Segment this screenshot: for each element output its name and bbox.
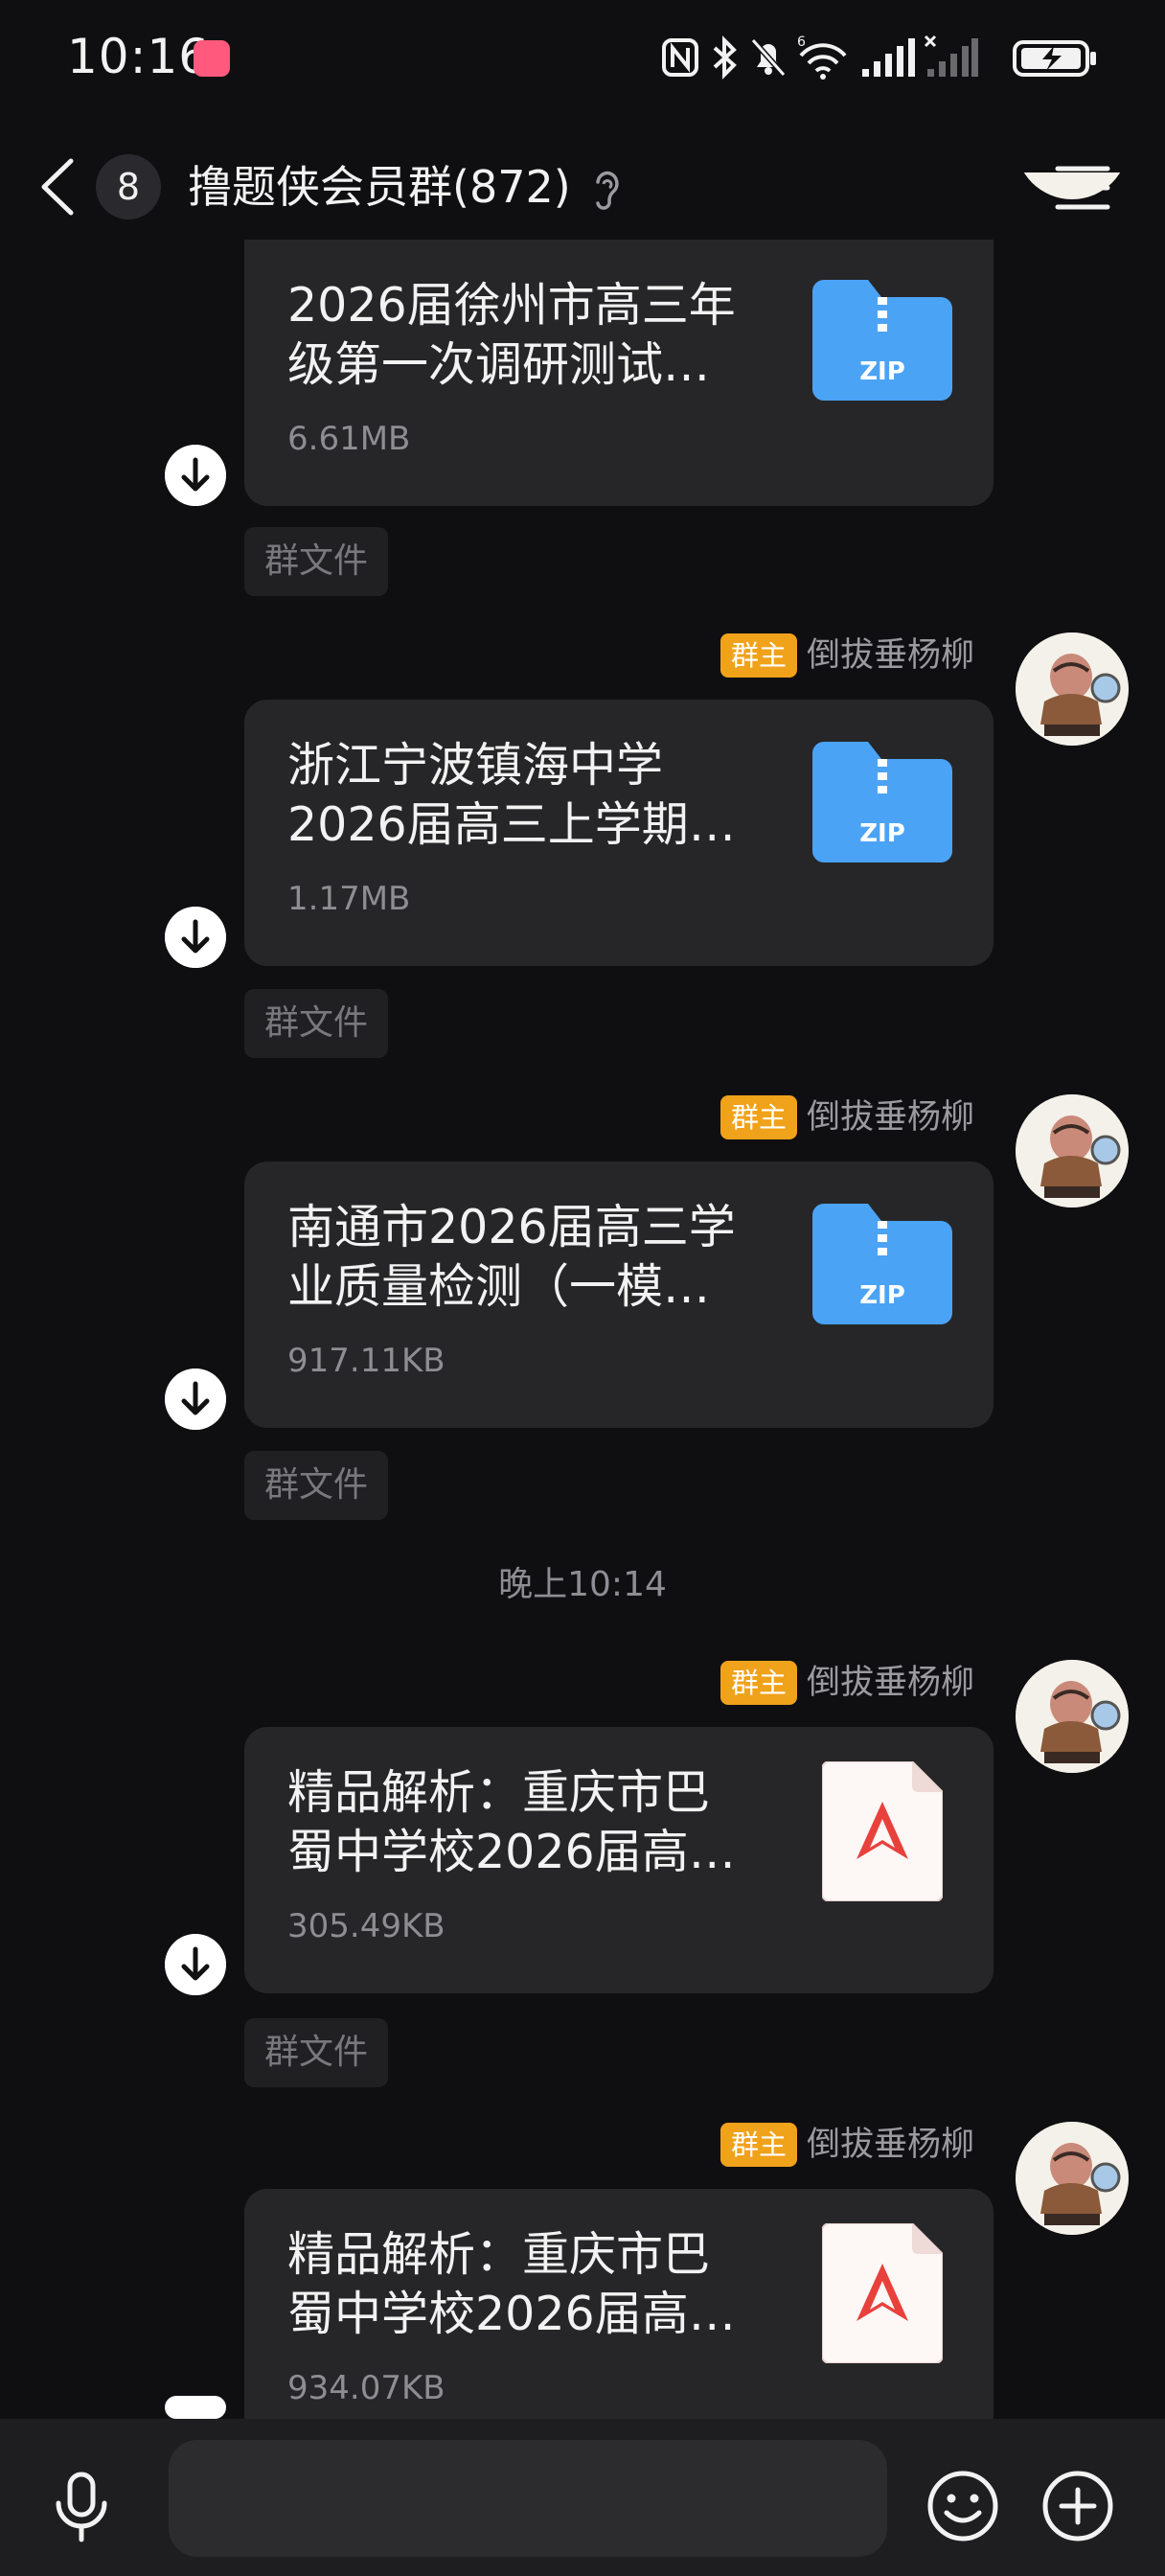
back-arrow-icon[interactable] — [29, 153, 86, 220]
sender-avatar[interactable] — [1016, 632, 1129, 746]
group-file-tag[interactable]: 群文件 — [244, 1451, 388, 1520]
zip-file-icon: ZIP — [812, 742, 952, 862]
avatar-illustration-icon — [1016, 1094, 1129, 1208]
sender-name[interactable]: 倒拔垂杨柳 — [807, 633, 974, 678]
svg-text:ZIP: ZIP — [859, 819, 905, 848]
emoji-icon[interactable] — [925, 2469, 1000, 2543]
download-icon[interactable] — [165, 1368, 226, 1430]
file-name-line1: 精品解析：重庆市巴 — [287, 1765, 711, 1820]
group-owner-badge: 群主 — [720, 1661, 797, 1705]
file-name-line1: 精品解析：重庆市巴 — [287, 2227, 711, 2282]
group-file-tag[interactable]: 群文件 — [244, 527, 388, 596]
app-notification-icon — [194, 40, 230, 77]
avatar-illustration-icon — [1016, 2122, 1129, 2235]
zip-file-icon: ZIP — [812, 1204, 952, 1324]
file-size: 917.11KB — [287, 1342, 445, 1380]
sender-name[interactable]: 倒拔垂杨柳 — [807, 1661, 974, 1705]
file-size: 305.49KB — [287, 1907, 445, 1945]
mute-bell-icon — [750, 38, 787, 77]
download-icon[interactable] — [165, 907, 226, 968]
file-name-line1: 浙江宁波镇海中学 — [287, 738, 664, 793]
svg-text:ZIP: ZIP — [859, 1281, 905, 1310]
chat-header — [0, 125, 1165, 249]
group-file-tag[interactable]: 群文件 — [244, 989, 388, 1058]
chat-timestamp: 晚上10:14 — [498, 1565, 667, 1604]
unread-count-badge[interactable]: 8 — [96, 154, 161, 219]
file-size: 934.07KB — [287, 2369, 445, 2407]
avatar-illustration-icon — [1016, 632, 1129, 746]
sender-avatar[interactable] — [1016, 2122, 1129, 2235]
battery-charging-icon — [1013, 40, 1096, 77]
bluetooth-icon — [713, 35, 737, 80]
wifi-6-icon: 6 — [797, 34, 847, 80]
message-input[interactable] — [169, 2440, 887, 2557]
download-icon[interactable] — [165, 445, 226, 506]
group-owner-badge: 群主 — [720, 1095, 797, 1139]
file-name-line2: 2026届高三上学期… — [287, 797, 736, 852]
zip-file-icon: ZIP — [812, 280, 952, 401]
svg-text:6: 6 — [797, 34, 806, 50]
file-name-line2: 蜀中学校2026届高… — [287, 2287, 736, 2341]
microphone-icon[interactable] — [50, 2471, 113, 2543]
pdf-file-icon — [822, 1761, 943, 1901]
ear-icon[interactable] — [586, 165, 625, 211]
file-size: 6.61MB — [287, 420, 411, 458]
signal-icon — [862, 38, 915, 77]
nfc-icon — [662, 38, 698, 77]
status-time: 10:16 — [67, 29, 211, 84]
file-name-line1: 2026届徐州市高三年 — [287, 278, 736, 333]
sender-avatar[interactable] — [1016, 1660, 1129, 1773]
download-icon[interactable] — [165, 1934, 226, 1995]
group-owner-badge: 群主 — [720, 633, 797, 678]
file-name-line2: 业质量检测（一模… — [287, 1259, 711, 1314]
signal-no-service-icon — [924, 34, 978, 77]
avatar-illustration-icon — [1016, 1660, 1129, 1773]
file-name-line1: 南通市2026届高三学 — [287, 1200, 736, 1254]
sender-name[interactable]: 倒拔垂杨柳 — [807, 2123, 974, 2167]
group-file-tag[interactable]: 群文件 — [244, 2018, 388, 2087]
sender-name[interactable]: 倒拔垂杨柳 — [807, 1095, 974, 1139]
file-name-line2: 蜀中学校2026届高… — [287, 1825, 736, 1879]
pdf-file-icon — [822, 2223, 943, 2363]
group-owner-badge: 群主 — [720, 2123, 797, 2167]
file-size: 1.17MB — [287, 880, 411, 918]
group-title[interactable]: 撸题侠会员群(872) — [188, 153, 571, 220]
download-icon[interactable] — [165, 2396, 226, 2419]
plus-icon[interactable] — [1040, 2469, 1115, 2543]
sender-avatar[interactable] — [1016, 1094, 1129, 1208]
svg-text:ZIP: ZIP — [859, 357, 905, 386]
file-name-line2: 级第一次调研测试… — [287, 337, 711, 392]
